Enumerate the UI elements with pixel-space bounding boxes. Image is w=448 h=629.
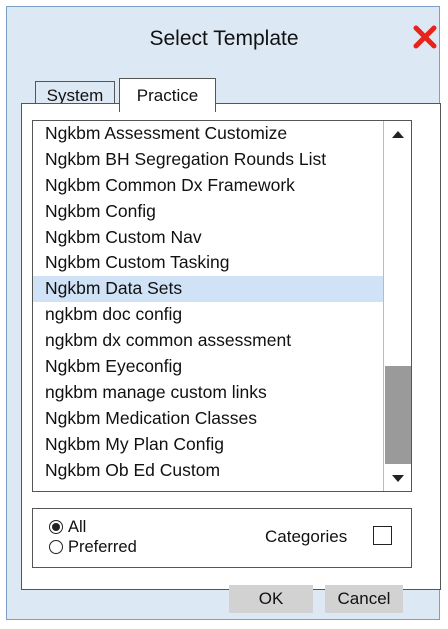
categories-checkbox[interactable] (373, 526, 392, 545)
list-item[interactable]: Ngkbm Custom Tasking (33, 250, 383, 276)
scroll-down-button[interactable] (384, 465, 411, 491)
arrow-up-icon (392, 131, 404, 138)
list-item[interactable]: ngkbm dx common assessment (33, 328, 383, 354)
template-list-items: Ngkbm Assessment Customize Ngkbm BH Segr… (33, 121, 383, 483)
scroll-thumb[interactable] (385, 366, 411, 464)
list-item[interactable]: Ngkbm Assessment Customize (33, 121, 383, 147)
template-list[interactable]: Ngkbm Assessment Customize Ngkbm BH Segr… (32, 120, 412, 492)
filter-options: All Preferred Categories (32, 508, 412, 568)
radio-all-label: All (68, 518, 87, 536)
tab-panel-practice: Ngkbm Assessment Customize Ngkbm BH Segr… (21, 103, 441, 590)
list-item[interactable]: Ngkbm My Plan Config (33, 432, 383, 458)
list-item[interactable]: Ngkbm Eyeconfig (33, 354, 383, 380)
list-item[interactable]: Ngkbm Data Sets (33, 276, 383, 303)
list-item[interactable]: Ngkbm Common Dx Framework (33, 173, 383, 199)
radio-preferred-label: Preferred (68, 538, 137, 556)
dialog-title: Select Template (149, 27, 299, 50)
cancel-button[interactable]: Cancel (325, 585, 403, 613)
arrow-down-icon (392, 475, 404, 482)
scroll-up-button[interactable] (384, 121, 411, 147)
list-item[interactable]: Ngkbm Custom Nav (33, 225, 383, 251)
ok-button[interactable]: OK (229, 585, 313, 613)
list-item[interactable]: Ngkbm Ob Ed Custom (33, 458, 383, 484)
close-icon[interactable] (413, 25, 437, 49)
list-scrollbar[interactable] (383, 121, 411, 491)
list-item[interactable]: ngkbm doc config (33, 302, 383, 328)
categories-label: Categories (265, 527, 348, 546)
radio-all[interactable] (49, 520, 63, 534)
radio-preferred-option[interactable]: Preferred (49, 537, 137, 557)
tab-practice[interactable]: Practice (119, 78, 216, 112)
radio-preferred[interactable] (49, 540, 63, 554)
list-item[interactable]: Ngkbm Medication Classes (33, 406, 383, 432)
radio-all-option[interactable]: All (49, 517, 86, 537)
list-item[interactable]: Ngkbm Config (33, 199, 383, 225)
list-item[interactable]: Ngkbm BH Segregation Rounds List (33, 147, 383, 173)
list-item[interactable]: ngkbm manage custom links (33, 380, 383, 406)
